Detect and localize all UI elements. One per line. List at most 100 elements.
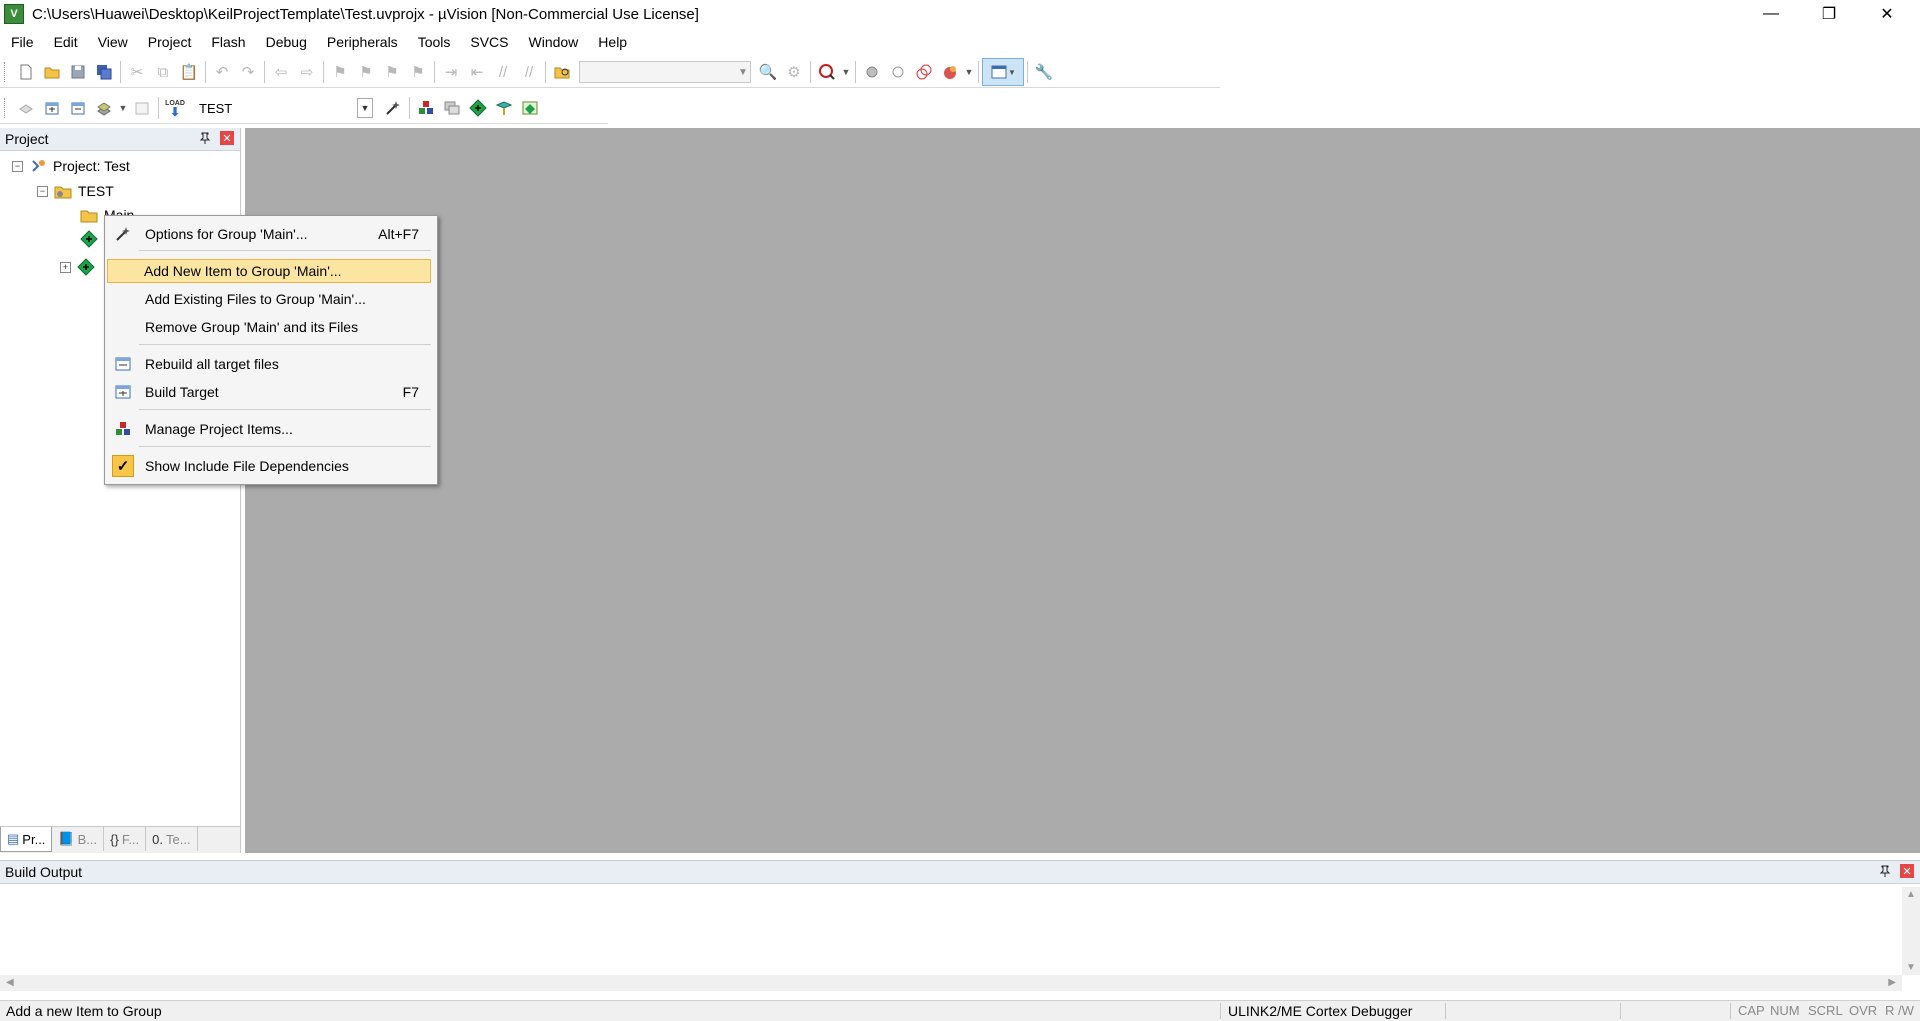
menu-item-rebuild-all[interactable]: Rebuild all target files xyxy=(107,352,433,376)
tree-item-rte-component[interactable] xyxy=(80,229,98,249)
build-output-vertical-scrollbar[interactable]: ▲ ▼ xyxy=(1902,887,1920,975)
pack-installer-icon[interactable] xyxy=(491,95,517,121)
close-panel-icon[interactable]: ✕ xyxy=(1900,864,1914,878)
previous-bookmark-icon[interactable]: ⚑ xyxy=(353,59,379,85)
navigate-forward-icon[interactable]: ⇨ xyxy=(294,59,320,85)
menu-svcs[interactable]: SVCS xyxy=(460,30,518,54)
menu-file[interactable]: File xyxy=(0,30,44,54)
bookmark-icon[interactable]: ⚑ xyxy=(327,59,353,85)
unindent-icon[interactable]: ⇤ xyxy=(464,59,490,85)
paste-icon[interactable]: 📋 xyxy=(176,59,202,85)
navigate-back-icon[interactable]: ⇦ xyxy=(268,59,294,85)
save-icon[interactable] xyxy=(65,59,91,85)
tab-functions[interactable]: {} F... xyxy=(104,827,147,851)
find-combo[interactable]: ▼ xyxy=(579,61,751,83)
manage-run-time-environment-icon[interactable] xyxy=(517,95,543,121)
insert-breakpoint-icon[interactable] xyxy=(859,59,885,85)
menu-item-icon-slot: ✓ xyxy=(109,454,137,478)
tree-item-rte-component[interactable]: + xyxy=(60,257,95,277)
incremental-find-icon[interactable]: 🔍 xyxy=(755,59,781,85)
close-panel-icon[interactable]: ✕ xyxy=(220,131,234,145)
restore-button[interactable]: ❐ xyxy=(1800,0,1858,28)
indent-icon[interactable]: ⇥ xyxy=(438,59,464,85)
comment-icon[interactable]: // xyxy=(490,59,516,85)
menu-view[interactable]: View xyxy=(88,30,138,54)
menu-item-options-for-group[interactable]: Options for Group 'Main'... Alt+F7 xyxy=(107,222,433,246)
uncomment-icon[interactable]: // xyxy=(516,59,542,85)
chevron-down-icon[interactable]: ▼ xyxy=(117,95,129,121)
find-in-files-icon[interactable] xyxy=(549,59,575,85)
chevron-down-icon[interactable]: ▼ xyxy=(963,59,975,85)
project-tab-icon: ▤ xyxy=(7,831,20,846)
pin-icon[interactable] xyxy=(1878,864,1892,878)
manage-project-items-icon[interactable] xyxy=(413,95,439,121)
menu-item-add-existing-files[interactable]: Add Existing Files to Group 'Main'... xyxy=(107,287,433,311)
tree-item-project-root[interactable]: − Project: Test xyxy=(12,156,130,176)
menu-project[interactable]: Project xyxy=(138,30,202,54)
status-rw: R /W xyxy=(1885,1003,1914,1018)
menu-item-remove-group[interactable]: Remove Group 'Main' and its Files xyxy=(107,315,433,339)
chevron-down-icon[interactable]: ▼ xyxy=(840,59,852,85)
status-debugger: ULINK2/ME Cortex Debugger xyxy=(1228,1003,1413,1019)
cut-icon[interactable]: ✂ xyxy=(124,59,150,85)
next-bookmark-icon[interactable]: ⚑ xyxy=(379,59,405,85)
expand-icon[interactable]: + xyxy=(60,261,71,273)
scroll-right-icon[interactable]: ▶ xyxy=(1888,977,1896,988)
tree-item-target[interactable]: − TEST xyxy=(37,181,114,201)
menu-item-manage-project-items[interactable]: Manage Project Items... xyxy=(107,417,433,441)
collapse-icon[interactable]: − xyxy=(12,160,23,172)
tab-project[interactable]: ▤ Pr... xyxy=(0,827,53,852)
select-packs-icon[interactable] xyxy=(465,95,491,121)
redo-icon[interactable]: ↷ xyxy=(235,59,261,85)
menu-edit[interactable]: Edit xyxy=(44,30,88,54)
minimize-button[interactable]: — xyxy=(1742,0,1800,28)
menu-item-build-target[interactable]: Build Target F7 xyxy=(107,380,433,404)
menu-item-add-new-item[interactable]: Add New Item to Group 'Main'... xyxy=(107,259,431,283)
menu-tools[interactable]: Tools xyxy=(408,30,461,54)
close-window-button[interactable]: ✕ xyxy=(1858,0,1916,28)
kill-all-breakpoints-icon[interactable] xyxy=(937,59,963,85)
enable-breakpoint-icon[interactable] xyxy=(885,59,911,85)
select-target-combo[interactable]: TEST ▼ xyxy=(194,96,374,120)
tab-books[interactable]: 📘 B... xyxy=(52,827,105,851)
menu-flash[interactable]: Flash xyxy=(201,30,255,54)
new-file-icon[interactable] xyxy=(13,59,39,85)
disable-all-breakpoints-icon[interactable] xyxy=(911,59,937,85)
clear-bookmarks-icon[interactable]: ⚑ xyxy=(405,59,431,85)
window-title: C:\Users\Huawei\Desktop\KeilProjectTempl… xyxy=(32,5,699,23)
menu-help[interactable]: Help xyxy=(588,30,637,54)
undo-icon[interactable]: ↶ xyxy=(209,59,235,85)
window-layout-icon[interactable]: ▼ xyxy=(982,58,1024,86)
file-extensions-icon[interactable] xyxy=(439,95,465,121)
menu-debug[interactable]: Debug xyxy=(256,30,317,54)
download-load-icon[interactable]: LOAD ⬇ xyxy=(162,95,188,121)
project-panel-tabs: ▤ Pr... 📘 B... {} F... 0. Te... xyxy=(0,826,240,853)
tab-templates[interactable]: 0. Te... xyxy=(146,827,198,851)
stop-build-icon[interactable] xyxy=(129,95,155,121)
batch-build-icon[interactable] xyxy=(91,95,117,121)
scroll-up-icon[interactable]: ▲ xyxy=(1906,889,1916,900)
scroll-left-icon[interactable]: ◀ xyxy=(6,977,14,988)
menu-window[interactable]: Window xyxy=(519,30,589,54)
configure-wrench-icon[interactable]: 🔧 xyxy=(1031,59,1057,85)
menu-item-show-include-dependencies[interactable]: ✓ Show Include File Dependencies xyxy=(107,454,433,478)
debug-session-icon[interactable] xyxy=(814,59,840,85)
toolbar-separator xyxy=(323,61,324,83)
build-icon[interactable] xyxy=(39,95,65,121)
find-replace-icon[interactable]: ⚙ xyxy=(781,59,807,85)
menu-peripherals[interactable]: Peripherals xyxy=(317,30,408,54)
toolbar-grip[interactable] xyxy=(4,98,9,118)
rebuild-icon[interactable] xyxy=(65,95,91,121)
collapse-icon[interactable]: − xyxy=(37,185,48,197)
build-output-horizontal-scrollbar[interactable]: ◀ ▶ xyxy=(0,975,1902,991)
chevron-down-icon[interactable]: ▼ xyxy=(357,98,373,118)
scroll-down-icon[interactable]: ▼ xyxy=(1906,962,1916,973)
translate-icon[interactable] xyxy=(13,95,39,121)
toolbar-grip[interactable] xyxy=(4,62,9,82)
save-all-icon[interactable] xyxy=(91,59,117,85)
rte-component-icon xyxy=(80,230,98,248)
copy-icon[interactable]: ⧉ xyxy=(150,59,176,85)
options-for-target-icon[interactable] xyxy=(380,95,406,121)
open-file-icon[interactable] xyxy=(39,59,65,85)
pin-icon[interactable] xyxy=(198,131,212,145)
